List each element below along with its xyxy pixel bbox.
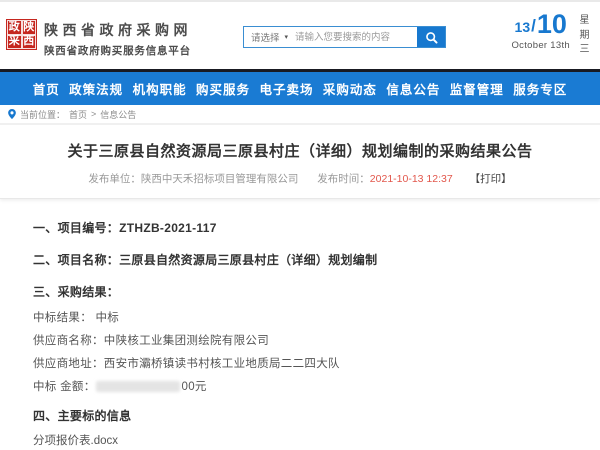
breadcrumb: 当前位置： 首页 > 信息公告 xyxy=(0,105,600,125)
search-category-select[interactable]: 请选择 ▾ xyxy=(244,27,295,47)
publisher-label: 发布单位： xyxy=(88,173,141,185)
nav-item-home[interactable]: 首页 xyxy=(33,79,60,98)
project-number-line: 一、项目编号：ZTHZB-2021-117 xyxy=(33,219,560,236)
bid-amount-line: 中标 金额： 00元 xyxy=(33,378,560,394)
date-separator: / xyxy=(531,15,536,38)
publish-time-label: 发布时间： xyxy=(317,173,370,185)
page-title: 关于三原县自然资源局三原县村庄（详细）规划编制的采购结果公告 xyxy=(0,140,600,161)
project-name-line: 二、项目名称：三原县自然资源局三原县村庄（详细）规划编制 xyxy=(33,251,560,268)
nav-item-service-zone[interactable]: 服务专区 xyxy=(513,79,567,98)
supplier-name-line: 供应商名称：中陕核工业集团测绘院有限公司 xyxy=(33,332,560,348)
date-day: 13 xyxy=(515,16,531,38)
breadcrumb-label: 当前位置： xyxy=(20,108,65,121)
breadcrumb-current[interactable]: 信息公告 xyxy=(100,108,136,121)
location-pin-icon xyxy=(8,109,16,119)
site-title: 陕西省政府采购网 xyxy=(44,20,192,40)
logo-char: 西 xyxy=(22,35,37,50)
supplier-address-line: 供应商地址：西安市灞桥镇读书村核工业地质局二二四大队 xyxy=(33,355,560,371)
logo-char: 政 xyxy=(7,20,22,35)
bid-amount-label: 中标 金额： xyxy=(33,381,96,393)
chevron-down-icon: ▾ xyxy=(285,33,289,41)
search-button[interactable] xyxy=(417,27,445,47)
nav-item-announcements[interactable]: 信息公告 xyxy=(386,79,440,98)
breadcrumb-home[interactable]: 首页 xyxy=(69,108,87,121)
logo-char: 采 xyxy=(7,35,22,50)
subject-section-heading: 四、主要标的信息 xyxy=(33,407,560,424)
page: 政 陕 采 西 陕西省政府采购网 陕西省政府购买服务信息平台 请选择 ▾ xyxy=(0,0,600,450)
site-subtitle: 陕西省政府购买服务信息平台 xyxy=(44,43,192,58)
article-header: 关于三原县自然资源局三原县村庄（详细）规划编制的采购结果公告 发布单位：陕西中天… xyxy=(0,125,600,199)
nav-item-procurement-news[interactable]: 采购动态 xyxy=(323,79,377,98)
nav-item-functions[interactable]: 机构职能 xyxy=(133,79,187,98)
print-button[interactable]: 【打印】 xyxy=(470,173,512,185)
nav-item-supervision[interactable]: 监督管理 xyxy=(450,79,504,98)
date-widget: 13 / 10 October 13th 星期三 xyxy=(511,11,590,58)
site-logo: 政 陕 采 西 xyxy=(6,19,37,50)
result-section-heading: 三、采购结果： xyxy=(33,283,560,300)
article-content: 一、项目编号：ZTHZB-2021-117 二、项目名称：三原县自然资源局三原县… xyxy=(0,199,600,450)
date-month: 10 xyxy=(537,11,567,38)
date-numeric: 13 / 10 October 13th xyxy=(511,11,570,51)
nav-item-purchase-services[interactable]: 购买服务 xyxy=(196,79,250,98)
search-bar: 请选择 ▾ xyxy=(243,26,446,48)
site-header: 政 陕 采 西 陕西省政府采购网 陕西省政府购买服务信息平台 请选择 ▾ xyxy=(0,2,600,69)
bid-result-line: 中标结果： 中标 xyxy=(33,309,560,325)
main-navigation: 首页 政策法规 机构职能 购买服务 电子卖场 采购动态 信息公告 监督管理 服务… xyxy=(0,72,600,105)
search-icon xyxy=(425,31,438,44)
breadcrumb-separator: > xyxy=(91,109,96,119)
redacted-amount xyxy=(96,381,180,392)
date-weekday: 星期三 xyxy=(579,14,590,58)
search-select-label: 请选择 xyxy=(251,30,280,44)
logo-char: 陕 xyxy=(22,20,37,35)
attachment-link[interactable]: 分项报价表.docx xyxy=(33,435,118,447)
search-input[interactable] xyxy=(295,27,417,47)
nav-item-policies[interactable]: 政策法规 xyxy=(69,79,123,98)
bid-amount-suffix: 00元 xyxy=(182,381,207,393)
publisher-value: 陕西中天禾招标项目管理有限公司 xyxy=(141,173,299,185)
article-meta: 发布单位：陕西中天禾招标项目管理有限公司 发布时间：2021-10-13 12:… xyxy=(0,171,600,186)
nav-item-e-marketplace[interactable]: 电子卖场 xyxy=(259,79,313,98)
site-titles: 陕西省政府采购网 陕西省政府购买服务信息平台 xyxy=(44,20,192,58)
publish-time-value: 2021-10-13 12:37 xyxy=(370,173,453,185)
date-english: October 13th xyxy=(511,40,570,51)
